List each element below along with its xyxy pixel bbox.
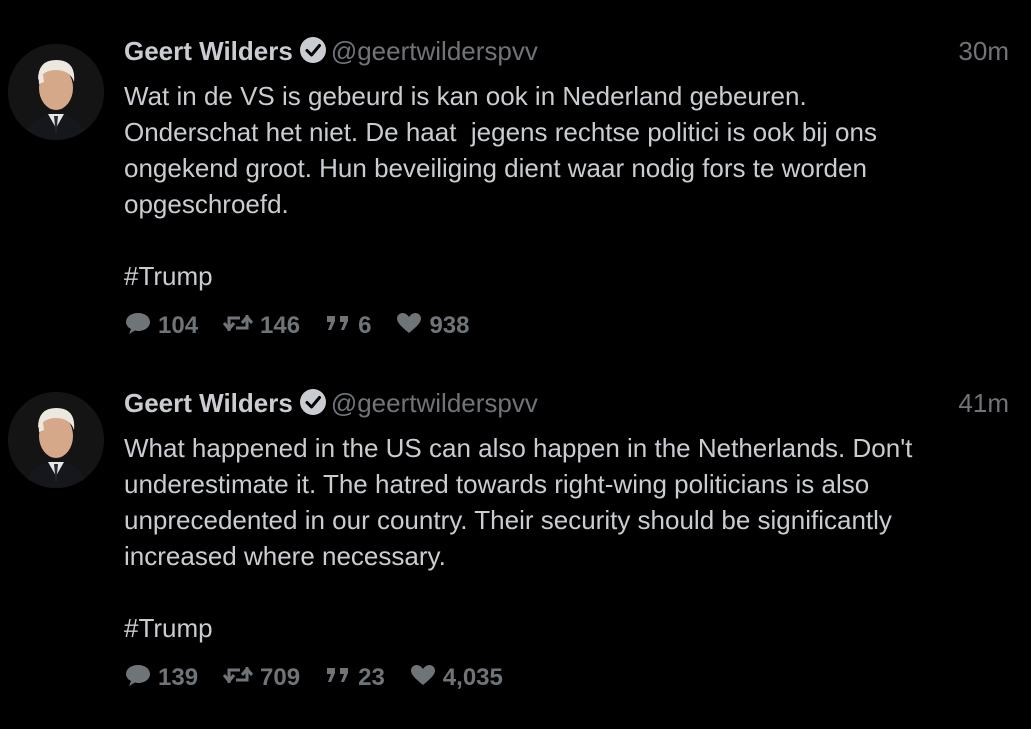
heart-icon (395, 311, 423, 342)
avatar-portrait-icon (8, 44, 104, 140)
retweet-count: 709 (260, 664, 301, 691)
reply-count: 139 (158, 664, 199, 691)
reply-count: 104 (158, 312, 199, 339)
retweet-button[interactable]: 709 (222, 663, 300, 694)
avatar-portrait-icon (8, 392, 104, 488)
timestamp[interactable]: 30m (958, 34, 1009, 68)
reply-button[interactable]: 104 (124, 310, 198, 343)
retweet-icon (222, 663, 254, 694)
display-name[interactable]: Geert Wilders (124, 388, 293, 418)
timestamp[interactable]: 41m (958, 386, 1009, 420)
tweet-header: Geert Wilders @geertwilderspvv 30m (124, 34, 1009, 68)
display-name[interactable]: Geert Wilders (124, 36, 293, 66)
like-button[interactable]: 4,035 (409, 663, 503, 694)
handle[interactable]: @geertwilderspvv (331, 36, 538, 66)
hashtag-link[interactable]: #Trump (124, 258, 1009, 294)
handle[interactable]: @geertwilderspvv (331, 388, 538, 418)
retweet-icon (222, 311, 254, 342)
quote-button[interactable]: 23 (324, 663, 385, 694)
reply-icon (124, 310, 152, 343)
quote-button[interactable]: 6 (324, 311, 371, 342)
like-count: 4,035 (442, 664, 503, 691)
reply-icon (124, 662, 152, 695)
tweet-actions: 139 709 23 4,035 (124, 660, 1009, 696)
like-count: 938 (429, 312, 470, 339)
quote-count: 6 (358, 312, 372, 339)
avatar[interactable] (8, 392, 104, 488)
verified-check-icon (299, 36, 327, 72)
heart-icon (409, 663, 437, 694)
retweet-count: 146 (260, 312, 301, 339)
avatar[interactable] (8, 44, 104, 140)
verified-check-icon (299, 388, 327, 424)
quote-icon (324, 311, 352, 342)
tweet-text: What happened in the US can also happen … (124, 433, 913, 571)
quote-count: 23 (358, 664, 385, 691)
tweet-text: Wat in de VS is gebeurd is kan ook in Ne… (124, 81, 877, 219)
retweet-button[interactable]: 146 (222, 311, 300, 342)
quote-icon (324, 663, 352, 694)
hashtag-link[interactable]: #Trump (124, 610, 1009, 646)
reply-button[interactable]: 139 (124, 662, 198, 695)
like-button[interactable]: 938 (395, 311, 470, 342)
tweet-header: Geert Wilders @geertwilderspvv 41m (124, 386, 1009, 420)
tweet-actions: 104 146 6 938 (124, 308, 1009, 344)
